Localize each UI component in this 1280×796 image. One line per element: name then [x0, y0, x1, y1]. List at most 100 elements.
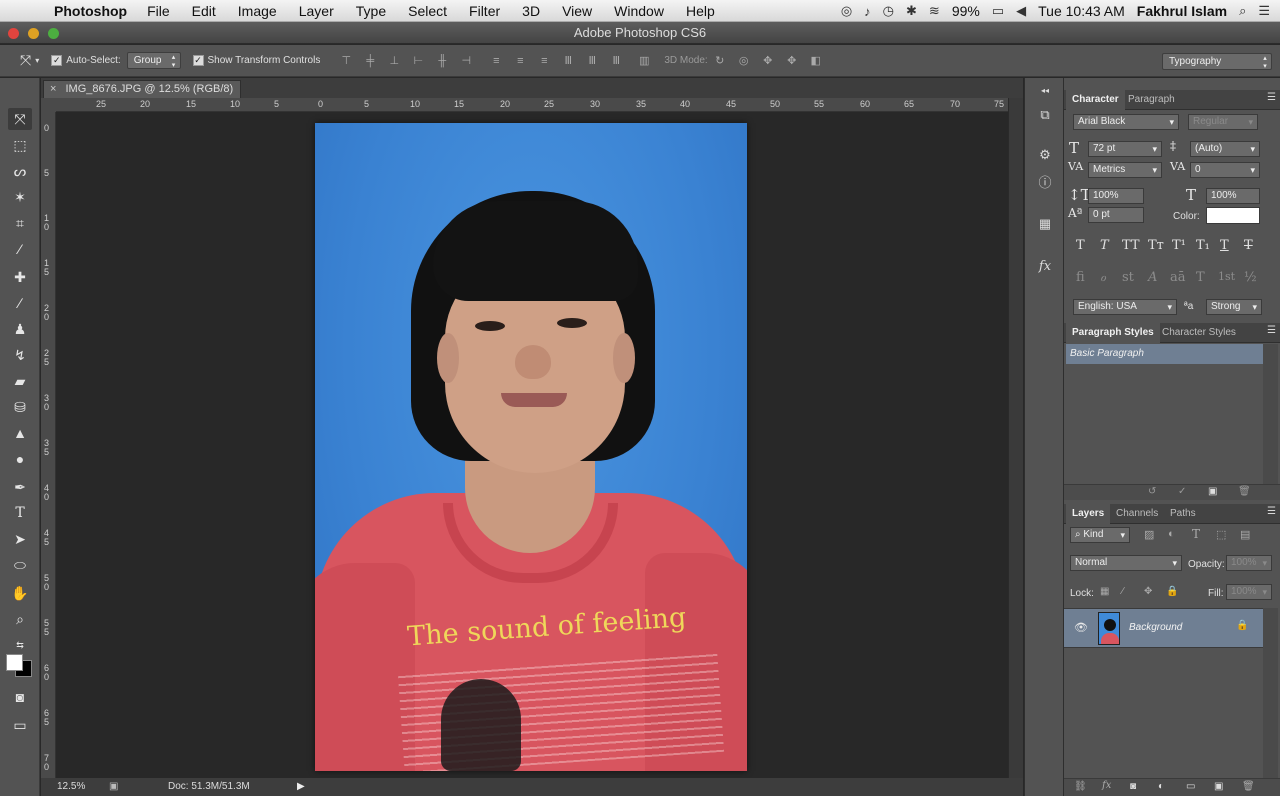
- faux-italic-icon[interactable]: T: [1100, 238, 1109, 253]
- filter-shape-icon[interactable]: ⬚: [1216, 528, 1226, 541]
- info-panel-icon[interactable]: ⓘ: [1035, 174, 1055, 192]
- distribute-right-icon[interactable]: Ⅲ: [608, 54, 624, 68]
- blur-tool-icon[interactable]: ▲: [8, 422, 32, 444]
- 3d-rotate-icon[interactable]: ↻: [712, 54, 728, 68]
- layer-row-background[interactable]: 👁 Background 🔒: [1064, 608, 1264, 648]
- eraser-tool-icon[interactable]: ▰: [8, 370, 32, 392]
- menu-image[interactable]: Image: [238, 3, 277, 19]
- paint-bucket-tool-icon[interactable]: ⛁: [8, 396, 32, 418]
- font-family-select[interactable]: Arial Black: [1073, 114, 1179, 130]
- baseline-shift-input[interactable]: 0 pt: [1088, 207, 1144, 223]
- lock-transparency-icon[interactable]: ▦: [1100, 586, 1109, 597]
- dock-expand-icon[interactable]: ◂◂: [1035, 82, 1055, 100]
- swash-icon[interactable]: A: [1148, 270, 1157, 285]
- minimize-window-button[interactable]: [28, 28, 39, 39]
- tab-paragraph[interactable]: Paragraph: [1122, 90, 1181, 110]
- type-tool-icon[interactable]: T: [8, 502, 32, 524]
- style-item-basic-paragraph[interactable]: Basic Paragraph: [1066, 344, 1263, 364]
- hand-tool-icon[interactable]: ✋: [8, 582, 32, 604]
- auto-select-checkbox[interactable]: ✓: [51, 55, 63, 66]
- language-select[interactable]: English: USA: [1073, 299, 1177, 315]
- document-tab[interactable]: × IMG_8676.JPG @ 12.5% (RGB/8): [43, 80, 241, 98]
- notification-bell-icon[interactable]: ♪: [864, 4, 871, 19]
- bluetooth-icon[interactable]: ✱: [906, 3, 917, 19]
- menu-help[interactable]: Help: [686, 3, 715, 19]
- close-document-icon[interactable]: ×: [50, 83, 56, 95]
- close-window-button[interactable]: [8, 28, 19, 39]
- 3d-drag-icon[interactable]: ✥: [760, 54, 776, 68]
- font-style-select[interactable]: Regular: [1188, 114, 1258, 130]
- vertical-scrollbar[interactable]: [1008, 98, 1023, 778]
- delete-style-icon[interactable]: 🗑: [1238, 486, 1251, 497]
- lasso-tool-icon[interactable]: ᔕ: [8, 160, 32, 182]
- dodge-tool-icon[interactable]: ●: [8, 448, 32, 470]
- status-info-icon[interactable]: ▣: [109, 781, 118, 792]
- new-layer-icon[interactable]: ▣: [1214, 781, 1223, 792]
- adjustment-layer-icon[interactable]: ◐: [1158, 781, 1164, 792]
- tab-channels[interactable]: Channels: [1110, 504, 1164, 524]
- all-caps-icon[interactable]: TT: [1122, 238, 1140, 253]
- antialias-select[interactable]: Strong: [1206, 299, 1262, 315]
- horizontal-scale-input[interactable]: 100%: [1206, 188, 1260, 204]
- zoom-level[interactable]: 12.5%: [57, 781, 85, 792]
- zoom-window-button[interactable]: [48, 28, 59, 39]
- layer-name[interactable]: Background: [1129, 622, 1182, 633]
- vertical-ruler[interactable]: 0 5 1 0 1 5 2 0 2 5 3 0 3 5 4 0 4 5 5 0 5 5 6 0 6 5 7 …: [41, 112, 56, 778]
- foreground-color-swatch[interactable]: [6, 654, 23, 671]
- layers-scrollbar[interactable]: [1263, 608, 1278, 778]
- delete-layer-icon[interactable]: 🗑: [1242, 781, 1255, 792]
- healing-brush-tool-icon[interactable]: ✚: [8, 266, 32, 288]
- document-image[interactable]: The sound of feeling: [315, 123, 747, 771]
- status-menu-arrow-icon[interactable]: ▶: [297, 781, 305, 792]
- align-vcenter-icon[interactable]: ╪: [362, 54, 378, 68]
- zoom-tool-icon[interactable]: ⌕: [8, 608, 32, 630]
- align-bottom-icon[interactable]: ⊥: [386, 54, 402, 68]
- styles-scrollbar[interactable]: [1263, 344, 1278, 484]
- lock-position-icon[interactable]: ✥: [1144, 586, 1152, 597]
- battery-icon[interactable]: ▭: [992, 3, 1004, 19]
- show-transform-checkbox[interactable]: ✓: [192, 55, 204, 66]
- add-mask-icon[interactable]: ◙: [1130, 781, 1136, 792]
- distribute-bottom-icon[interactable]: ≡: [536, 54, 552, 68]
- pen-tool-icon[interactable]: ✒: [8, 476, 32, 498]
- creative-cloud-icon[interactable]: ◎: [841, 3, 852, 19]
- fractions-icon[interactable]: ½: [1244, 270, 1257, 285]
- redefine-style-icon[interactable]: ✓: [1178, 486, 1186, 497]
- strikethrough-icon[interactable]: T: [1244, 238, 1253, 253]
- align-left-icon[interactable]: ⊢: [410, 54, 426, 68]
- horizontal-ruler[interactable]: 25 20 15 10 5 0 5 10 15 20 25 30 35 40 45 50 55 60 65 70 75: [56, 98, 1008, 112]
- character-panel-menu-icon[interactable]: ☰: [1267, 92, 1276, 103]
- crop-tool-icon[interactable]: ⌗: [8, 212, 32, 234]
- ligatures-icon[interactable]: ﬁ: [1076, 270, 1085, 285]
- fill-input[interactable]: 100%: [1226, 584, 1272, 600]
- clear-override-icon[interactable]: ↺: [1148, 486, 1156, 497]
- eyedropper-tool-icon[interactable]: ⁄: [8, 238, 32, 260]
- new-group-icon[interactable]: ▭: [1186, 781, 1195, 792]
- quick-mask-icon[interactable]: ◙: [8, 686, 32, 708]
- preset-dropdown-arrow[interactable]: ▾: [35, 56, 39, 65]
- tab-character[interactable]: Character: [1066, 90, 1125, 110]
- layer-visibility-eye-icon[interactable]: 👁: [1074, 621, 1088, 634]
- path-selection-tool-icon[interactable]: ➤: [8, 528, 32, 550]
- wifi-icon[interactable]: ≋: [929, 3, 940, 19]
- kerning-input[interactable]: Metrics: [1088, 162, 1162, 178]
- move-tool-preset-icon[interactable]: ⤧: [20, 52, 31, 69]
- tab-character-styles[interactable]: Character Styles: [1156, 323, 1242, 343]
- app-menu[interactable]: Photoshop: [54, 3, 127, 19]
- history-panel-icon[interactable]: ⧉: [1035, 106, 1055, 124]
- blend-mode-select[interactable]: Normal: [1070, 555, 1182, 571]
- discretionary-ligatures-icon[interactable]: st: [1122, 270, 1134, 285]
- menubar-clock[interactable]: Tue 10:43 AM: [1038, 3, 1125, 19]
- properties-panel-icon[interactable]: ⚙: [1035, 146, 1055, 164]
- 3d-roll-icon[interactable]: ◎: [736, 54, 752, 68]
- leading-input[interactable]: (Auto): [1190, 141, 1260, 157]
- screen-mode-icon[interactable]: ▭: [8, 714, 32, 736]
- move-tool-icon[interactable]: ⤧: [8, 108, 32, 130]
- opacity-input[interactable]: 100%: [1226, 555, 1272, 571]
- distribute-vcenter-icon[interactable]: ≡: [512, 54, 528, 68]
- new-style-icon[interactable]: ▣: [1208, 486, 1217, 497]
- filter-type-icon[interactable]: T: [1192, 527, 1200, 541]
- menu-select[interactable]: Select: [408, 3, 447, 19]
- small-caps-icon[interactable]: Tт: [1148, 238, 1164, 253]
- volume-icon[interactable]: ◀: [1016, 3, 1026, 19]
